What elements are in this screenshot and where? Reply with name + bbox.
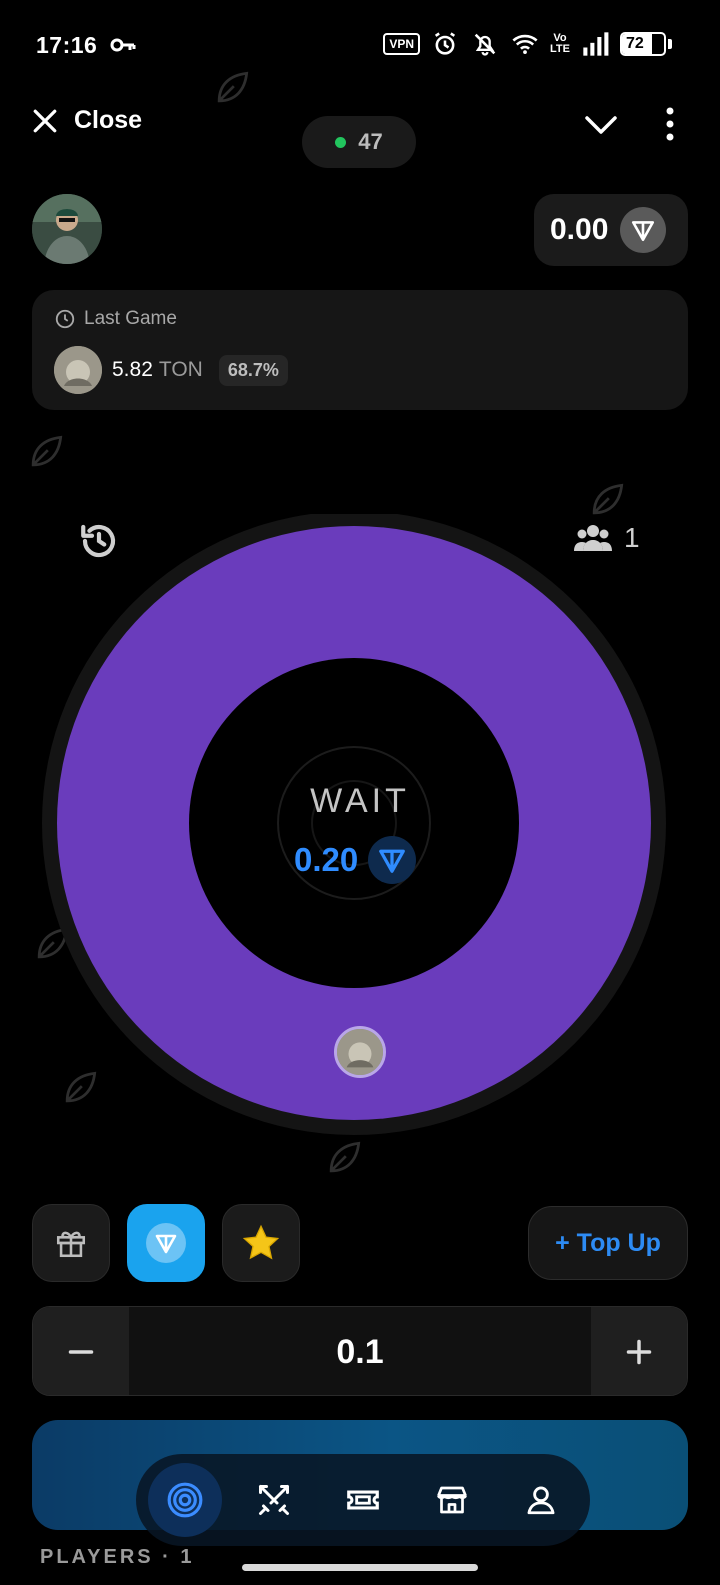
status-bar: 17:16 VPN Vo LTE 72 — [0, 0, 720, 92]
ton-icon — [620, 207, 667, 253]
profile-icon — [527, 1486, 555, 1515]
gift-icon — [56, 1231, 86, 1258]
wheel-center — [189, 658, 519, 988]
ticket-icon — [347, 1490, 379, 1510]
vpn-badge: VPN — [383, 33, 421, 55]
bet-amount-stepper: 0.1 — [32, 1306, 688, 1396]
leaf-decoration-icon — [31, 435, 63, 467]
close-icon — [33, 109, 57, 132]
ton-icon — [368, 836, 417, 884]
last-game-currency: TON — [158, 358, 203, 381]
more-options-icon[interactable] — [655, 106, 685, 142]
close-label: Close — [74, 106, 143, 134]
last-game-card[interactable]: Last Game 5.82 TON 68.7% — [32, 290, 688, 410]
wifi-icon — [512, 34, 538, 55]
currency-ton-button[interactable] — [127, 1204, 205, 1282]
currency-star-button[interactable] — [222, 1204, 300, 1282]
alarm-icon — [434, 32, 456, 55]
nav-item-jackpot[interactable] — [147, 1463, 222, 1537]
winner-avatar — [54, 346, 102, 394]
online-users-pill: 47 — [302, 116, 416, 168]
online-dot — [335, 136, 347, 148]
balance-value: 0.00 — [550, 213, 609, 246]
user-avatar[interactable] — [32, 194, 102, 264]
status-icons: VPN Vo LTE 72 — [383, 30, 672, 58]
minus-icon — [68, 1350, 94, 1354]
last-game-chance: 68.7% — [218, 354, 288, 386]
battery-cap — [668, 39, 672, 49]
battery-level: 72 — [626, 35, 644, 52]
players-count[interactable]: 1 — [574, 522, 640, 554]
top-up-button[interactable]: + Top Up — [528, 1206, 688, 1280]
chevron-down-icon[interactable] — [584, 110, 618, 140]
wheel-player-avatar — [334, 1026, 386, 1078]
online-count: 47 — [358, 129, 383, 154]
nav-item-tickets[interactable] — [326, 1463, 400, 1537]
decrease-bet-button[interactable] — [33, 1307, 129, 1395]
volte-indicator: Vo LTE — [550, 33, 570, 55]
clock-icon — [55, 309, 75, 329]
nav-item-profile[interactable] — [504, 1463, 578, 1537]
bottom-nav — [136, 1454, 590, 1546]
key-icon — [110, 38, 136, 52]
plus-icon — [626, 1339, 652, 1365]
pot-amount: 0.20 — [294, 836, 417, 884]
crossed-swords-icon — [258, 1485, 289, 1515]
last-game-title: Last Game — [84, 308, 177, 329]
balance-pill[interactable]: 0.00 — [534, 194, 688, 266]
players-footer-label: PLAYERS · 1 — [40, 1546, 195, 1568]
close-button[interactable]: Close — [32, 106, 142, 135]
bet-amount-value[interactable]: 0.1 — [129, 1307, 591, 1395]
pot-value: 0.20 — [294, 841, 359, 878]
nav-item-store[interactable] — [415, 1463, 489, 1537]
last-game-header: Last Game — [54, 308, 177, 330]
status-time: 17:16 — [36, 32, 98, 58]
signal-icon — [583, 32, 609, 56]
battery-indicator: 72 — [620, 32, 666, 56]
user-avatar-image — [32, 194, 102, 264]
history-icon[interactable] — [78, 520, 120, 562]
increase-bet-button[interactable] — [591, 1307, 687, 1395]
bell-off-icon — [474, 33, 496, 56]
home-indicator[interactable] — [242, 1564, 478, 1571]
last-game-result: 5.82 TON 68.7% — [54, 346, 288, 394]
ton-icon — [146, 1223, 186, 1263]
volte-bottom: LTE — [550, 43, 570, 55]
nav-item-pvp[interactable] — [237, 1463, 311, 1537]
star-icon — [242, 1224, 280, 1260]
users-icon — [574, 525, 612, 551]
last-game-amount: 5.82 — [112, 358, 153, 381]
store-icon — [437, 1486, 468, 1514]
currency-gift-button[interactable] — [32, 1204, 110, 1282]
players-number: 1 — [624, 522, 640, 553]
round-status: WAIT — [310, 782, 410, 820]
target-icon — [167, 1482, 203, 1518]
